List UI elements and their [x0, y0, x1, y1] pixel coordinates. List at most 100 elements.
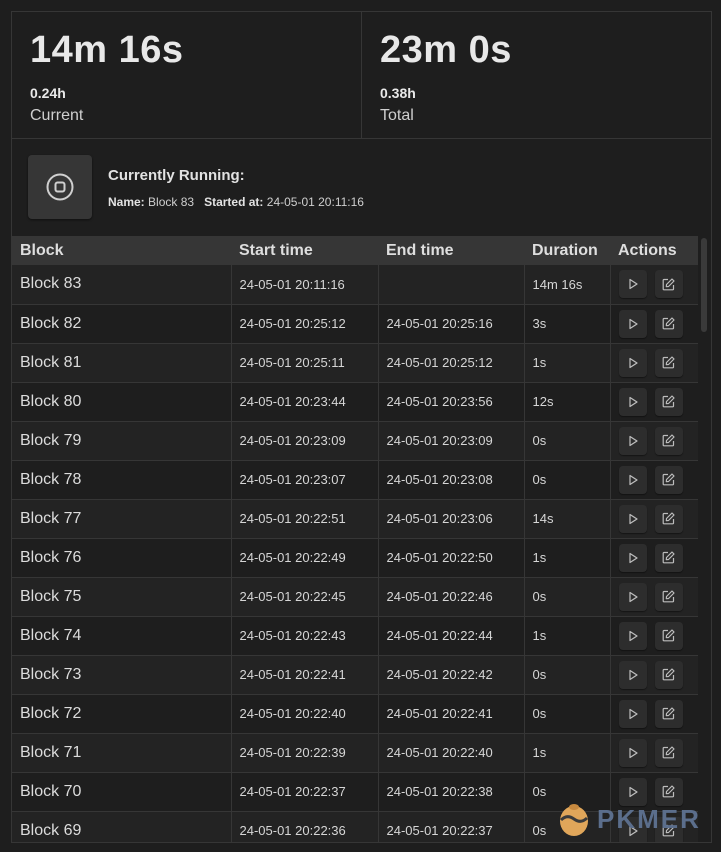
resume-button[interactable]	[618, 699, 647, 728]
edit-button[interactable]	[654, 465, 683, 494]
cell-duration: 14m 16s	[524, 265, 611, 305]
edit-button[interactable]	[654, 348, 683, 377]
edit-button[interactable]	[654, 660, 683, 689]
cell-end-time: 24-05-01 20:22:42	[378, 655, 525, 695]
cell-block: Block 74	[12, 616, 232, 656]
cell-end-time: 24-05-01 20:22:40	[378, 733, 525, 773]
col-header-duration[interactable]: Duration	[524, 236, 610, 265]
resume-button[interactable]	[618, 387, 647, 416]
stop-icon	[46, 173, 74, 201]
resume-button[interactable]	[618, 270, 647, 299]
cell-start-time: 24-05-01 20:22:40	[231, 694, 379, 734]
table-row: Block 74 24-05-01 20:22:43 24-05-01 20:22:…	[12, 616, 698, 656]
cell-start-time: 24-05-01 20:23:09	[231, 421, 379, 461]
cell-duration: 0s	[524, 694, 611, 734]
edit-button[interactable]	[654, 504, 683, 533]
resume-button[interactable]	[618, 426, 647, 455]
edit-button[interactable]	[654, 309, 683, 338]
edit-button[interactable]	[654, 387, 683, 416]
cell-actions	[610, 694, 698, 734]
play-icon	[628, 318, 638, 329]
edit-button[interactable]	[654, 426, 683, 455]
edit-icon	[662, 317, 675, 330]
cell-start-time: 24-05-01 20:22:49	[231, 538, 379, 578]
edit-button[interactable]	[654, 738, 683, 767]
edit-button[interactable]	[654, 543, 683, 572]
resume-button[interactable]	[618, 543, 647, 572]
edit-icon	[662, 512, 675, 525]
running-name-label: Name:	[108, 195, 145, 209]
table-row: Block 71 24-05-01 20:22:39 24-05-01 20:22:…	[12, 733, 698, 773]
cell-block: Block 78	[12, 460, 232, 500]
table-row: Block 77 24-05-01 20:22:51 24-05-01 20:23:…	[12, 499, 698, 539]
cell-actions	[610, 343, 698, 383]
col-header-end[interactable]: End time	[378, 236, 524, 265]
pkmer-logo-icon	[559, 804, 589, 836]
cell-duration: 1s	[524, 733, 611, 773]
table-row: Block 81 24-05-01 20:25:11 24-05-01 20:25:…	[12, 343, 698, 383]
cell-end-time: 24-05-01 20:23:09	[378, 421, 525, 461]
table-row: Block 83 24-05-01 20:11:16 14m 16s	[12, 265, 698, 305]
current-time: 14m 16s	[30, 29, 184, 71]
edit-button[interactable]	[654, 621, 683, 650]
cell-start-time: 24-05-01 20:22:45	[231, 577, 379, 617]
resume-button[interactable]	[618, 309, 647, 338]
play-icon	[628, 786, 638, 797]
blocks-table-container[interactable]: Block Start time End time Duration Actio…	[12, 236, 698, 842]
cell-duration: 0s	[524, 421, 611, 461]
play-icon	[628, 435, 638, 446]
cell-block: Block 80	[12, 382, 232, 422]
current-label: Current	[30, 107, 84, 124]
cell-end-time: 24-05-01 20:22:50	[378, 538, 525, 578]
cell-end-time: 24-05-01 20:22:44	[378, 616, 525, 656]
watermark-text: PKMER	[597, 803, 701, 834]
resume-button[interactable]	[618, 348, 647, 377]
play-icon	[628, 513, 638, 524]
edit-button[interactable]	[654, 699, 683, 728]
resume-button[interactable]	[618, 660, 647, 689]
edit-icon	[662, 668, 675, 681]
cell-start-time: 24-05-01 20:25:11	[231, 343, 379, 383]
play-icon	[628, 552, 638, 563]
cell-block: Block 81	[12, 343, 232, 383]
resume-button[interactable]	[618, 621, 647, 650]
cell-actions	[610, 421, 698, 461]
cell-duration: 1s	[524, 343, 611, 383]
cell-duration: 1s	[524, 538, 611, 578]
col-header-block[interactable]: Block	[12, 236, 231, 265]
cell-start-time: 24-05-01 20:22:43	[231, 616, 379, 656]
table-row: Block 79 24-05-01 20:23:09 24-05-01 20:23:…	[12, 421, 698, 461]
total-time: 23m 0s	[380, 29, 512, 71]
col-header-actions: Actions	[610, 236, 698, 265]
running-title: Currently Running:	[108, 167, 245, 184]
table-row: Block 72 24-05-01 20:22:40 24-05-01 20:22:…	[12, 694, 698, 734]
edit-icon	[662, 551, 675, 564]
edit-button[interactable]	[654, 270, 683, 299]
cell-actions	[610, 460, 698, 500]
col-header-start[interactable]: Start time	[231, 236, 378, 265]
cell-block: Block 75	[12, 577, 232, 617]
cell-block: Block 77	[12, 499, 232, 539]
cell-block: Block 79	[12, 421, 232, 461]
edit-button[interactable]	[654, 582, 683, 611]
cell-end-time: 24-05-01 20:25:12	[378, 343, 525, 383]
cell-block: Block 76	[12, 538, 232, 578]
resume-button[interactable]	[618, 465, 647, 494]
cell-block: Block 71	[12, 733, 232, 773]
edit-icon	[662, 434, 675, 447]
table-scrollbar[interactable]	[701, 238, 707, 332]
resume-button[interactable]	[618, 738, 647, 767]
resume-button[interactable]	[618, 582, 647, 611]
running-started-label: Started at:	[204, 195, 264, 209]
cell-actions	[610, 382, 698, 422]
table-row: Block 80 24-05-01 20:23:44 24-05-01 20:23:…	[12, 382, 698, 422]
cell-start-time: 24-05-01 20:22:39	[231, 733, 379, 773]
resume-button[interactable]	[618, 504, 647, 533]
stop-button[interactable]	[28, 155, 92, 219]
running-started-value: 24-05-01 20:11:16	[266, 195, 364, 209]
cell-block: Block 83	[12, 265, 232, 305]
cell-end-time: 24-05-01 20:22:38	[378, 772, 525, 812]
cell-end-time: 24-05-01 20:22:37	[378, 811, 525, 842]
play-icon	[628, 591, 638, 602]
total-hours: 0.38h	[380, 85, 416, 101]
